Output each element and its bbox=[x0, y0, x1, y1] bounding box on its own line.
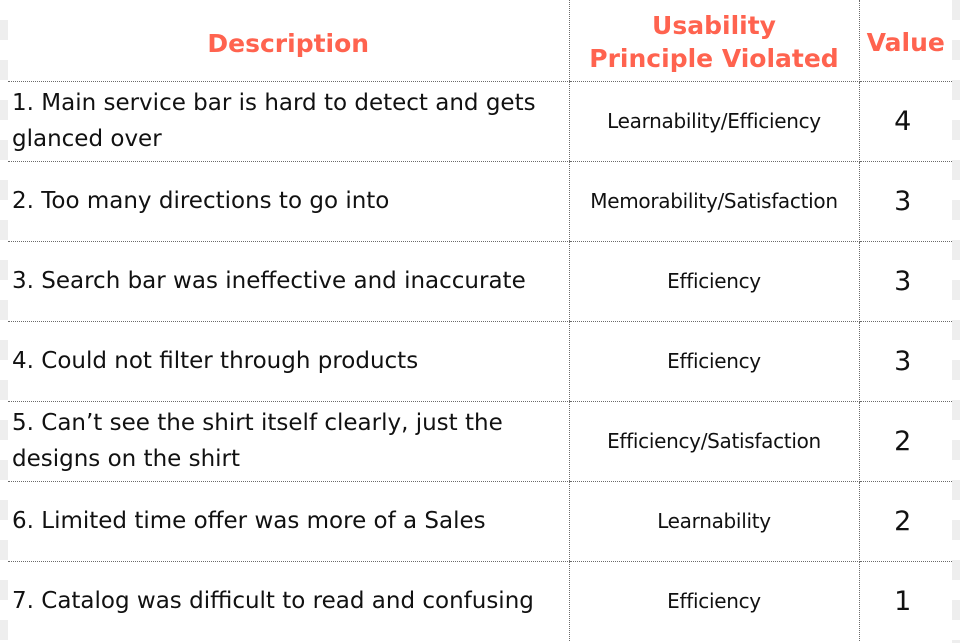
row-description: 7. Catalog was difficult to read and con… bbox=[12, 588, 534, 615]
row-principle: Efficiency bbox=[568, 321, 860, 402]
header-principle-line2: Principle Violated bbox=[589, 44, 839, 74]
row-description: 1. Main service bar is hard to detect an… bbox=[8, 81, 569, 162]
row-principle: Efficiency bbox=[568, 561, 860, 641]
table-row: 7. Catalog was difficult to read and con… bbox=[8, 561, 952, 641]
table-row: 2. Too many directions to go into Memora… bbox=[8, 161, 952, 242]
row-principle: Efficiency bbox=[568, 241, 860, 322]
row-value: 2 bbox=[859, 481, 952, 562]
table-row: 3. Search bar was ineffective and inaccu… bbox=[8, 241, 952, 322]
row-value: 3 bbox=[859, 161, 952, 242]
table-row: 4. Could not filter through products Eff… bbox=[8, 321, 952, 402]
row-description: 5. Can’t see the shirt itself clearly, j… bbox=[8, 401, 569, 482]
table-row: 6. Limited time offer was more of a Sale… bbox=[8, 481, 952, 562]
table-row: 5. Can’t see the shirt itself clearly, j… bbox=[8, 401, 952, 482]
usability-issues-table: Description Usability Principle Violated… bbox=[8, 0, 952, 641]
row-value: 3 bbox=[859, 321, 952, 402]
row-principle: Memorability/Satisfaction bbox=[568, 161, 860, 242]
row-description: 3. Search bar was ineffective and inaccu… bbox=[8, 241, 569, 322]
header-principle-line1: Usability bbox=[652, 11, 776, 41]
row-principle: Learnability bbox=[568, 481, 860, 562]
row-value: 1 bbox=[894, 585, 912, 617]
row-value: 3 bbox=[859, 241, 952, 322]
table-row: 1. Main service bar is hard to detect an… bbox=[8, 81, 952, 162]
header-description: Description bbox=[8, 0, 569, 82]
header-value: Value bbox=[859, 0, 952, 82]
header-principle: Usability Principle Violated bbox=[568, 0, 860, 82]
row-principle: Efficiency/Satisfaction bbox=[568, 401, 860, 482]
row-description: 6. Limited time offer was more of a Sale… bbox=[8, 481, 569, 562]
row-description: 4. Could not filter through products bbox=[8, 321, 569, 402]
row-description: 2. Too many directions to go into bbox=[8, 161, 569, 242]
row-principle: Learnability/Efficiency bbox=[568, 81, 860, 162]
row-value: 2 bbox=[859, 401, 952, 482]
row-value: 4 bbox=[859, 81, 952, 162]
table-header-row: Description Usability Principle Violated… bbox=[8, 0, 952, 82]
